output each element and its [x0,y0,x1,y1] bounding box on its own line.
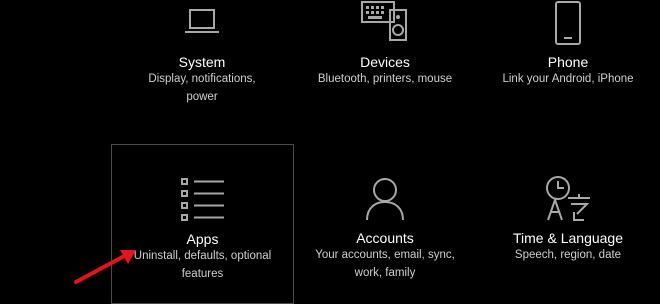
tile-accounts[interactable]: Accounts Your accounts, email, sync, wor… [295,144,475,300]
tile-description-line2: power [186,91,218,103]
tile-description-line2: work, family [354,267,416,279]
tile-description-line1: Your accounts, email, sync, [315,249,455,261]
phone-icon [553,0,583,46]
tile-description-line1: Speech, region, date [514,249,622,261]
tile-title: Devices [360,54,410,70]
tile-title: Time & Language [513,230,623,246]
tile-title: System [178,54,226,70]
tile-title: Accounts [356,230,414,246]
keyboard-speaker-icon [360,0,410,44]
time-language-icon [544,176,592,222]
annotation-arrow [74,250,136,284]
person-icon [363,176,407,222]
tile-time-language[interactable]: Time & Language Speech, region, date [478,144,658,300]
tile-description-line1: Bluetooth, printers, mouse [317,73,453,85]
tile-system[interactable]: System Display, notifications, power [112,0,292,112]
apps-list-icon [180,177,226,221]
tile-description-line1: Link your Android, iPhone [502,73,634,85]
laptop-icon [182,8,222,36]
tile-description-line1: Display, notifications, [148,73,256,85]
tile-devices[interactable]: Devices Bluetooth, printers, mouse [295,0,475,112]
tile-phone[interactable]: Phone Link your Android, iPhone [478,0,658,112]
tile-title: Phone [547,54,589,70]
